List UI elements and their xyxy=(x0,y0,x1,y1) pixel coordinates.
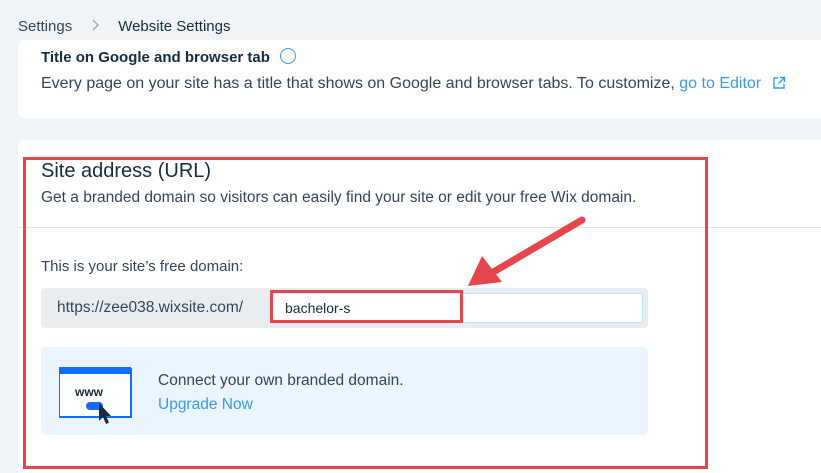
title-settings-card: Title on Google and browser tab Every pa… xyxy=(18,40,821,118)
breadcrumb-current: Website Settings xyxy=(118,17,231,35)
annotation-highlight-slug xyxy=(270,290,463,323)
breadcrumb-settings-link[interactable]: Settings xyxy=(18,18,72,35)
title-section-description: Every page on your site has a title that… xyxy=(41,75,786,95)
go-to-editor-link[interactable]: go to Editor xyxy=(679,75,761,92)
title-section-heading: Title on Google and browser tab xyxy=(41,48,297,66)
info-icon[interactable] xyxy=(280,48,297,64)
chevron-right-icon xyxy=(92,18,100,34)
external-link-icon[interactable] xyxy=(772,76,786,95)
annotation-arrow-icon xyxy=(468,216,586,286)
